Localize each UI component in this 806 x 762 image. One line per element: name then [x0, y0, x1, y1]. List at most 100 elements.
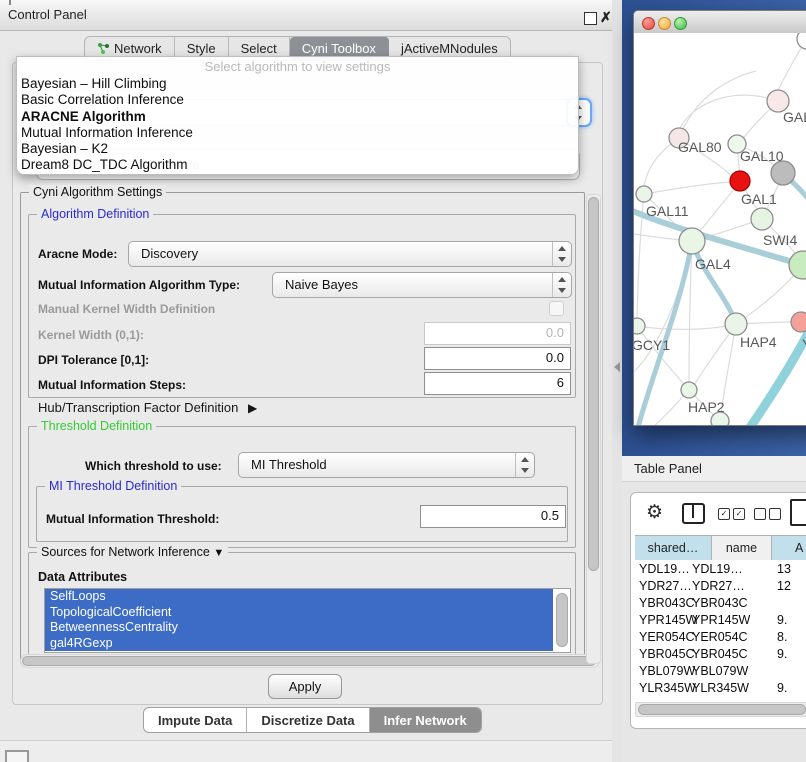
mode-tab-group: Impute Data Discretize Data Infer Networ… [143, 707, 482, 733]
node-label-gal4: GAL4 [695, 256, 731, 272]
list-scrollbar[interactable] [556, 593, 568, 647]
dropdown-item-selected[interactable]: ARACNE Algorithm [17, 109, 578, 125]
column-layout-icon[interactable] [682, 503, 705, 524]
network-window-titlebar [634, 11, 806, 34]
manual-kernel-width-label: Manual Kernel Width Definition [38, 302, 215, 316]
node-label-gal80: GAL80 [678, 139, 722, 155]
deselect-all-icon[interactable] [754, 508, 766, 520]
zoom-traffic-light-icon[interactable] [674, 17, 687, 30]
select-all-icon[interactable]: ✓ [718, 508, 730, 520]
node-swi4[interactable] [789, 251, 806, 279]
kernel-width-input[interactable]: 0.0 [424, 322, 571, 345]
dpi-tolerance-input[interactable]: 0.0 [424, 347, 571, 370]
list-item[interactable]: SelfLoops [45, 589, 553, 605]
network-canvas[interactable]: GAL80 GAL10 GAL GAL11 GAL1 GAL4 SWI4 GCY… [634, 33, 806, 425]
tab-label: jActiveMNodules [401, 41, 498, 56]
select-all-icon[interactable]: ✓ [733, 508, 745, 520]
table-hscrollbar-track[interactable] [635, 702, 806, 717]
table-panel-titlebar: Table Panel [622, 456, 806, 482]
collapse-arrow-icon[interactable]: ▼ [213, 547, 224, 559]
tab-label: Cyni Toolbox [302, 41, 376, 56]
node-gcy1[interactable] [634, 318, 645, 334]
tab-infer-network[interactable]: Infer Network [370, 708, 481, 732]
dropdown-item[interactable]: Bayesian – Hill Climbing [17, 76, 578, 92]
node-gray[interactable] [771, 161, 795, 185]
control-panel-titlebar: Control Panel ✗ [0, 0, 612, 31]
close-traffic-light-icon[interactable] [642, 17, 655, 30]
network-desktop: GAL80 GAL10 GAL GAL11 GAL1 GAL4 SWI4 GCY… [622, 0, 806, 456]
minimized-widget[interactable] [5, 750, 29, 762]
node-gal1[interactable] [751, 208, 773, 230]
application-root: Control Panel ✗ Network Style Select Cyn… [0, 0, 806, 762]
group-title: Sources for Network Inference ▼ [37, 545, 228, 559]
settings-vscrollbar-thumb[interactable] [588, 197, 599, 571]
table-hscrollbar-thumb[interactable] [638, 704, 806, 715]
which-threshold-label: Which threshold to use: [85, 459, 222, 473]
aracne-mode-label: Aracne Mode: [38, 247, 117, 261]
threshold-select[interactable]: MI Threshold [238, 452, 535, 478]
table-header-row: shared… name A [635, 535, 806, 561]
tab-discretize-data[interactable]: Discretize Data [247, 708, 369, 732]
dropdown-item[interactable]: Basic Correlation Inference [17, 92, 578, 108]
float-window-icon[interactable] [584, 12, 597, 25]
minimize-traffic-light-icon[interactable] [658, 17, 671, 30]
hub-definition-toggle[interactable]: Hub/Transcription Factor Definition ▶ [38, 400, 257, 415]
close-icon[interactable]: ✗ [600, 10, 612, 24]
column-header-name[interactable]: name [712, 536, 772, 560]
stepper-arrows-icon [552, 242, 571, 266]
node-left-small[interactable] [636, 186, 652, 202]
tab-label: Impute Data [158, 713, 232, 728]
aracne-mode-select[interactable]: Discovery [128, 241, 572, 267]
dropdown-placeholder: Select algorithm to view settings [17, 59, 578, 74]
dropdown-item[interactable]: Dream8 DC_TDC Algorithm [17, 157, 578, 173]
data-attributes-list[interactable]: SelfLoops TopologicalCoefficient Between… [44, 588, 571, 653]
select-value: Naive Bayes [285, 277, 358, 292]
table-panel: Table Panel ⚙ ✓ ✓ shared… name A YDL19…Y… [622, 456, 806, 762]
settings-vscrollbar-track[interactable] [586, 194, 601, 664]
settings-hscrollbar-track[interactable] [20, 654, 600, 668]
tab-label: Network [114, 41, 162, 56]
network-view-window: GAL80 GAL10 GAL GAL11 GAL1 GAL4 SWI4 GCY… [633, 10, 806, 426]
column-header-shared-name[interactable]: shared… [635, 536, 712, 560]
table-panel-title: Table Panel [634, 461, 702, 476]
mi-threshold-input[interactable]: 0.5 [420, 505, 566, 528]
dropdown-item[interactable]: Bayesian – K2 [17, 141, 578, 157]
manual-kernel-width-checkbox[interactable] [549, 301, 564, 316]
titlebar-artifact [9, 0, 11, 5]
algorithm-dropdown-popup: Select algorithm to view settings Bayesi… [16, 56, 579, 175]
network-nodes [634, 33, 806, 425]
node-label-y-cut: Y [802, 336, 806, 352]
tab-impute-data[interactable]: Impute Data [144, 708, 247, 732]
list-item[interactable]: BetweennessCentrality [45, 620, 553, 636]
dropdown-item[interactable]: Mutual Information Inference [17, 125, 578, 141]
node-gal4[interactable] [679, 228, 705, 254]
hub-definition-label: Hub/Transcription Factor Definition [38, 400, 238, 415]
node-top-cut[interactable] [797, 33, 806, 49]
group-title: Algorithm Definition [37, 207, 153, 221]
deselect-all-icon[interactable] [769, 508, 781, 520]
column-header-a-cut[interactable]: A [772, 536, 806, 560]
node-hap4[interactable] [725, 313, 747, 335]
mi-algorithm-type-select[interactable]: Naive Bayes [272, 272, 572, 298]
sources-title: Sources for Network Inference [41, 545, 210, 559]
list-item[interactable]: gal4RGexp [45, 636, 553, 652]
list-item[interactable]: TopologicalCoefficient [45, 605, 553, 621]
splitter-collapse-icon[interactable] [614, 362, 620, 372]
settings-hscrollbar-thumb[interactable] [22, 656, 596, 666]
mi-threshold-label: Mutual Information Threshold: [46, 512, 219, 526]
mi-steps-input[interactable]: 6 [424, 372, 571, 395]
stepper-arrows-icon [515, 453, 534, 477]
data-attributes-label: Data Attributes [38, 570, 127, 584]
node-label-gal10: GAL10 [740, 148, 784, 164]
node-hap2[interactable] [681, 382, 697, 398]
apply-button-label: Apply [289, 679, 322, 694]
select-value: Discovery [141, 246, 198, 261]
node-salmon[interactable] [791, 312, 806, 332]
select-value: MI Threshold [251, 457, 327, 472]
expand-arrow-icon: ▶ [248, 401, 257, 415]
node-table-card: ⚙ ✓ ✓ shared… name A YDL19…YDL19…13 YDR2… [630, 492, 806, 729]
settings-gear-icon[interactable]: ⚙ [646, 501, 663, 524]
apply-button[interactable]: Apply [268, 674, 342, 699]
node-red-selected[interactable] [730, 171, 750, 191]
new-table-icon[interactable] [790, 499, 806, 526]
